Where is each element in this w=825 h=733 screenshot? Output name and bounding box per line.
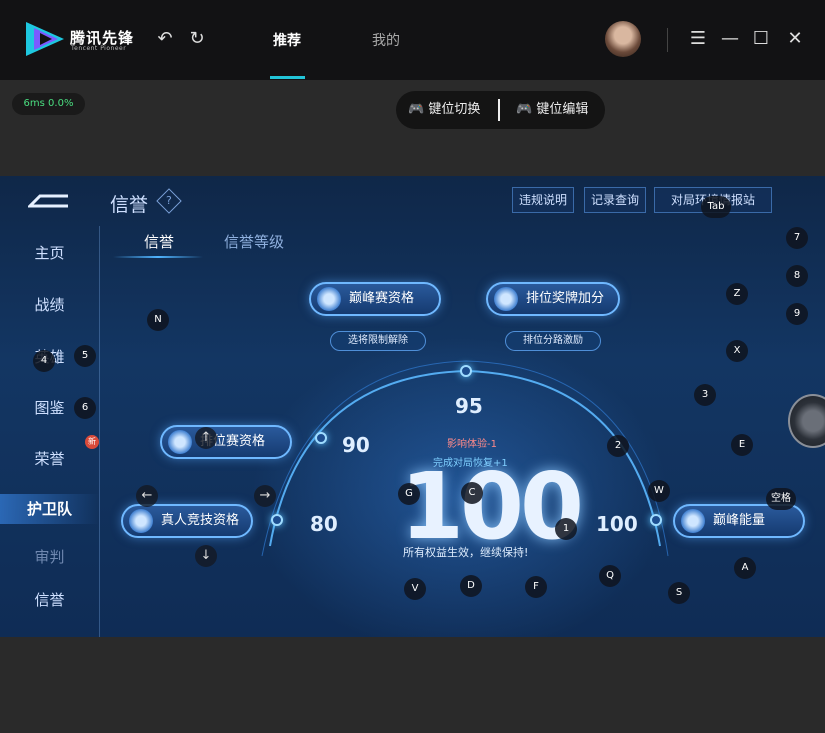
key-x[interactable]: X (726, 340, 748, 362)
sidebar-item-record[interactable]: 战绩 (0, 294, 99, 315)
score-node-80 (271, 514, 283, 526)
score-mark-80: 80 (310, 512, 338, 536)
menu-icon[interactable]: ☰ (688, 29, 708, 49)
credit-arc (261, 360, 669, 557)
key-7[interactable]: 7 (786, 227, 808, 249)
divider (667, 28, 668, 52)
key-tab[interactable]: Tab (701, 196, 731, 218)
key-edit-label: 键位编辑 (536, 102, 589, 117)
key-2[interactable]: 2 (607, 435, 629, 457)
maximize-icon[interactable]: ☐ (751, 29, 771, 49)
key-f[interactable]: F (525, 576, 547, 598)
arrow-down-key[interactable]: ↓ (195, 545, 217, 567)
lane-bonus-tag[interactable]: 排位分路激励 (505, 331, 601, 351)
key-toolbar: 🎮 键位切换 🎮 键位编辑 (396, 91, 605, 129)
arrow-left-key[interactable]: ← (136, 485, 158, 507)
arrow-up-key[interactable]: ↑ (195, 427, 217, 449)
key-w[interactable]: W (648, 480, 670, 502)
key-6[interactable]: 6 (74, 397, 96, 419)
rank-medal-pill[interactable]: 排位奖牌加分 (486, 282, 620, 316)
key-5[interactable]: 5 (74, 345, 96, 367)
key-space[interactable]: 空格 (766, 488, 796, 510)
gamepad-icon: 🎮 (408, 102, 425, 117)
subtab-indicator (113, 256, 203, 258)
key-switch-label: 键位切换 (428, 102, 481, 117)
sidebar-item-home[interactable]: 主页 (0, 242, 99, 263)
key-c[interactable]: C (461, 482, 483, 504)
page-title: 信誉 (110, 194, 149, 216)
key-z[interactable]: Z (726, 283, 748, 305)
active-tab-indicator (270, 76, 305, 79)
tab-credit[interactable]: 信誉 (144, 231, 174, 252)
key-4[interactable]: 4 (33, 350, 55, 372)
credit-score: 100 (400, 453, 584, 560)
energy-icon (681, 509, 705, 533)
key-v[interactable]: V (404, 578, 426, 600)
key-edit-button[interactable]: 🎮 键位编辑 (516, 91, 588, 129)
key-8[interactable]: 8 (786, 265, 808, 287)
sidebar-item-credit[interactable]: 信誉 (0, 589, 99, 610)
app-logo-icon (26, 22, 64, 56)
arrow-right-key[interactable]: → (254, 485, 276, 507)
sidebar-item-honor[interactable]: 荣誉 (0, 448, 99, 469)
avatar[interactable] (605, 21, 641, 57)
key-d[interactable]: D (460, 575, 482, 597)
score-mark-100: 100 (596, 512, 638, 536)
key-s[interactable]: S (668, 582, 690, 604)
rank-shield-icon (168, 430, 192, 454)
peak-qualification-pill[interactable]: 巅峰赛资格 (309, 282, 441, 316)
real-person-icon (129, 509, 153, 533)
sidebar-item-guard[interactable]: 护卫队 (0, 494, 99, 524)
score-node-100 (650, 514, 662, 526)
key-g[interactable]: G (398, 483, 420, 505)
key-1[interactable]: 1 (555, 518, 577, 540)
record-query-button[interactable]: 记录查询 (584, 187, 646, 213)
key-q[interactable]: Q (599, 565, 621, 587)
key-9[interactable]: 9 (786, 303, 808, 325)
key-n[interactable]: N (147, 309, 169, 331)
score-node-95 (460, 365, 472, 377)
medal-icon (494, 287, 518, 311)
minimize-icon[interactable]: — (720, 29, 740, 49)
new-badge: 新 (85, 435, 99, 449)
tab-credit-level[interactable]: 信誉等级 (224, 231, 284, 252)
ping-indicator: 6ms 0.0% (12, 93, 85, 115)
keybar-divider (498, 99, 500, 121)
score-mark-90: 90 (342, 433, 370, 457)
game-screen[interactable]: 信誉 ? 违规说明 记录查询 对局环境情报站 主页 战绩 英雄 图鉴 荣誉 新 … (0, 176, 825, 637)
title-bar: 腾讯先锋 Tencent Pioneer ↶ ↻ 推荐 我的 ☰ — ☐ ✕ (0, 0, 825, 80)
tab-mine[interactable]: 我的 (372, 30, 400, 50)
score-node-90 (315, 432, 327, 444)
undo-icon[interactable]: ↶ (155, 29, 175, 49)
rights-status: 所有权益生效，继续保持! (403, 546, 529, 559)
key-3[interactable]: 3 (694, 384, 716, 406)
key-e[interactable]: E (731, 434, 753, 456)
peak-icon (317, 287, 341, 311)
hero-limit-tag[interactable]: 选将限制解除 (330, 331, 426, 351)
sidebar-item-judge[interactable]: 审判 (0, 546, 99, 567)
tab-recommend[interactable]: 推荐 (273, 30, 301, 50)
rank-qualification-pill[interactable]: 排位赛资格 (160, 425, 292, 459)
refresh-icon[interactable]: ↻ (187, 29, 207, 49)
back-icon[interactable] (28, 192, 70, 212)
gamepad-edit-icon: 🎮 (516, 102, 533, 117)
experience-effect: 影响体验-1 (447, 439, 497, 450)
key-a[interactable]: A (734, 557, 756, 579)
sidebar-divider (99, 226, 100, 637)
key-switch-button[interactable]: 🎮 键位切换 (408, 91, 480, 129)
score-mark-95: 95 (455, 394, 483, 418)
close-icon[interactable]: ✕ (785, 29, 805, 49)
violation-info-button[interactable]: 违规说明 (512, 187, 574, 213)
real-person-qualification-pill[interactable]: 真人竞技资格 (121, 504, 253, 538)
app-subname: Tencent Pioneer (71, 45, 127, 52)
